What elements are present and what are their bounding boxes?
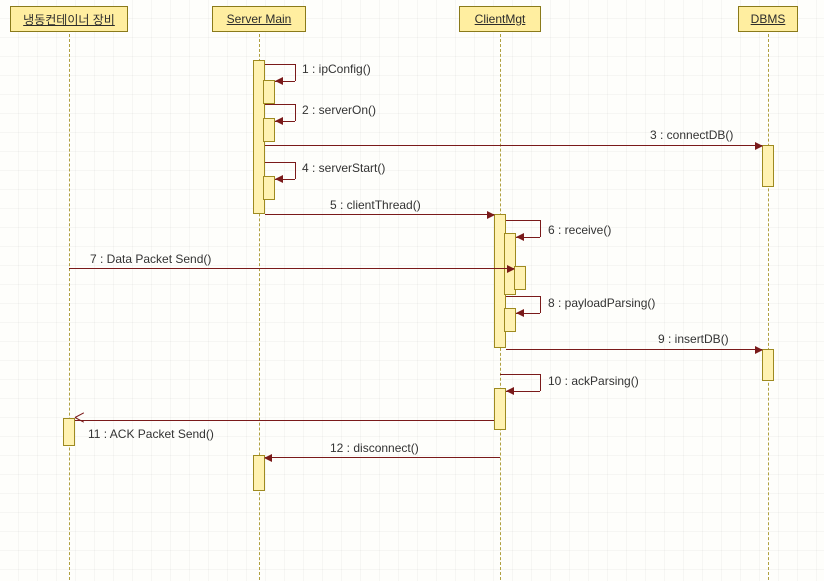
msg-6-label: 6 : receive() (548, 223, 611, 237)
msg-6-side (540, 220, 541, 237)
msg-10-top (500, 374, 540, 375)
arrowhead-icon (275, 77, 283, 85)
msg-7-label: 7 : Data Packet Send() (90, 252, 211, 266)
msg-10-side (540, 374, 541, 391)
participant-container-device: 냉동컨테이너 장비 (10, 6, 128, 32)
msg-5 (265, 214, 494, 215)
lifeline-dbms (768, 34, 769, 580)
arrowhead-icon (507, 265, 515, 273)
arrowhead-icon (516, 309, 524, 317)
activation-server-main-serverstart (263, 176, 275, 200)
msg-8-top (506, 296, 540, 297)
activation-device-ack (63, 418, 75, 446)
sequence-diagram: 냉동컨테이너 장비 Server Main ClientMgt DBMS 1 :… (0, 0, 824, 581)
activation-server-main-ipconfig (263, 80, 275, 104)
msg-11 (75, 420, 494, 421)
msg-4-label: 4 : serverStart() (302, 161, 385, 175)
msg-5-label: 5 : clientThread() (330, 198, 421, 212)
arrowhead-icon (264, 454, 272, 462)
msg-4-side (295, 162, 296, 179)
msg-1-top (265, 64, 295, 65)
msg-3 (265, 145, 762, 146)
msg-2-side (295, 104, 296, 121)
arrowhead-icon (506, 387, 514, 395)
msg-1-side (295, 64, 296, 81)
msg-7 (69, 268, 514, 269)
msg-1-label: 1 : ipConfig() (302, 62, 371, 76)
activation-clientmgt-parse (504, 308, 516, 332)
msg-2-label: 2 : serverOn() (302, 103, 376, 117)
arrowhead-icon (275, 117, 283, 125)
activation-clientmgt-datain (514, 266, 526, 290)
arrowhead-icon (755, 346, 763, 354)
msg-10-label: 10 : ackParsing() (548, 374, 639, 388)
arrowhead-icon (516, 233, 524, 241)
arrowhead-icon (755, 142, 763, 150)
activation-dbms-insert (762, 349, 774, 381)
msg-8-side (540, 296, 541, 313)
participant-client-mgt: ClientMgt (459, 6, 541, 32)
participant-server-main: Server Main (212, 6, 306, 32)
msg-12-label: 12 : disconnect() (330, 441, 419, 455)
arrowhead-icon (487, 211, 495, 219)
activation-server-main-serveron (263, 118, 275, 142)
activation-clientmgt-ack (494, 388, 506, 430)
msg-9 (506, 349, 762, 350)
msg-3-label: 3 : connectDB() (650, 128, 733, 142)
msg-11-label: 11 : ACK Packet Send() (88, 427, 214, 441)
msg-8-label: 8 : payloadParsing() (548, 296, 655, 310)
arrowhead-icon (275, 175, 283, 183)
msg-12 (265, 457, 500, 458)
participant-dbms: DBMS (738, 6, 798, 32)
msg-2-top (265, 104, 295, 105)
msg-4-top (265, 162, 295, 163)
activation-dbms-connect (762, 145, 774, 187)
msg-6-top (506, 220, 540, 221)
lifeline-container-device (69, 34, 70, 580)
msg-9-label: 9 : insertDB() (658, 332, 729, 346)
